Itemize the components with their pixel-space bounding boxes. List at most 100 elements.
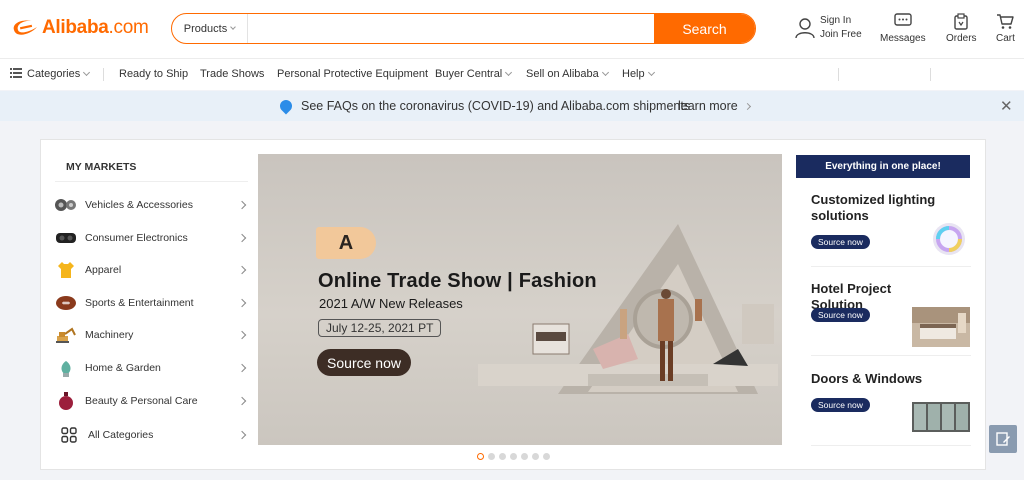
logo-name: Alibaba	[42, 17, 109, 38]
carousel-dot[interactable]	[477, 453, 484, 460]
market-item-label: Home & Garden	[85, 362, 161, 374]
trade-show-logo: A	[316, 227, 376, 259]
user-icon	[795, 18, 815, 39]
grid-icon	[58, 424, 80, 446]
source-now-button[interactable]: Source now	[811, 398, 870, 412]
learn-more-label: learn more	[678, 99, 738, 113]
learn-more-link[interactable]: learn more	[678, 99, 751, 113]
market-item-apparel[interactable]: Apparel	[55, 257, 250, 283]
market-item-electronics[interactable]: Consumer Electronics	[55, 225, 250, 251]
chevron-right-icon	[743, 102, 751, 111]
hero-subtitle: 2021 A/W New Releases	[319, 296, 463, 311]
cart-icon	[997, 14, 1015, 29]
hotel-room-image	[912, 307, 970, 347]
divider	[55, 181, 248, 182]
divider	[811, 355, 971, 356]
sign-in-label: Sign In	[820, 15, 852, 26]
promo-item-title: Doors & Windows	[811, 371, 923, 386]
chevron-right-icon	[237, 363, 247, 373]
carousel-dot[interactable]	[532, 453, 539, 460]
market-item-label: Apparel	[85, 264, 122, 276]
chevron-down-icon	[647, 68, 655, 77]
market-item-all-categories[interactable]: All Categories	[55, 422, 250, 448]
market-item-sports[interactable]: Sports & Entertainment	[55, 290, 250, 316]
nav-divider	[103, 68, 104, 81]
carousel-dot[interactable]	[499, 453, 506, 460]
lighting-product-image	[933, 223, 965, 255]
promo-item-lighting[interactable]: Customized lighting solutions Source now	[811, 192, 971, 262]
alibaba-logo[interactable]: Alibaba.com	[10, 16, 149, 40]
close-icon[interactable]: ✕	[1000, 97, 1013, 115]
divider	[811, 445, 971, 446]
search-bar: Products Search	[171, 13, 756, 44]
nav-ppe[interactable]: Personal Protective Equipment	[277, 68, 428, 80]
logo-wordmark: Alibaba.com	[42, 17, 149, 39]
hero-source-now-button[interactable]: Source now	[317, 349, 411, 376]
hero-date: July 12-25, 2021 PT	[318, 319, 442, 337]
search-category-label: Products	[183, 22, 228, 35]
nav-trade-shows[interactable]: Trade Shows	[200, 68, 264, 80]
market-item-beauty[interactable]: Beauty & Personal Care	[55, 388, 250, 414]
market-item-label: Beauty & Personal Care	[85, 395, 198, 407]
cart-link[interactable]: Cart	[996, 13, 1015, 44]
location-pin-icon	[277, 97, 295, 115]
covid-notice-bar: See FAQs on the coronavirus (COVID-19) a…	[0, 91, 1024, 121]
categories-menu[interactable]: Categories	[10, 68, 91, 80]
buyer-central-label: Buyer Central	[435, 68, 503, 80]
chevron-right-icon	[237, 298, 247, 308]
carousel-dot[interactable]	[488, 453, 495, 460]
carousel-dots	[477, 453, 550, 460]
perfume-icon	[55, 390, 77, 412]
source-now-button[interactable]: Source now	[811, 308, 870, 322]
vr-headset-icon	[55, 227, 77, 249]
football-icon	[55, 292, 77, 314]
join-free-label: Join Free	[820, 29, 862, 40]
nav-ready-to-ship[interactable]: Ready to Ship	[119, 68, 188, 80]
categories-label: Categories	[27, 68, 81, 80]
nav-help[interactable]: Help	[622, 68, 655, 80]
nav-buyer-central[interactable]: Buyer Central	[435, 68, 513, 80]
header: Alibaba.com Products Search Sign In Join…	[0, 0, 1024, 58]
sell-label: Sell on Alibaba	[526, 68, 599, 80]
carousel-dot[interactable]	[543, 453, 550, 460]
market-item-machinery[interactable]: Machinery	[55, 322, 250, 348]
help-label: Help	[622, 68, 645, 80]
feedback-icon	[996, 432, 1010, 446]
my-markets-title: MY MARKETS	[66, 161, 137, 173]
market-item-home-garden[interactable]: Home & Garden	[55, 355, 250, 381]
excavator-icon	[55, 324, 77, 346]
chevron-right-icon	[237, 233, 247, 243]
promo-item-hotel[interactable]: Hotel Project Solution Source now	[811, 281, 971, 351]
alibaba-logo-icon	[13, 20, 37, 35]
orders-icon	[954, 13, 968, 30]
carousel-dot[interactable]	[521, 453, 528, 460]
market-item-label: Consumer Electronics	[85, 232, 188, 244]
hero-title: Online Trade Show | Fashion	[318, 270, 597, 292]
window-product-image	[912, 402, 970, 432]
messages-link[interactable]: Messages	[880, 13, 926, 44]
carousel-dot[interactable]	[510, 453, 517, 460]
chevron-right-icon	[237, 265, 247, 275]
search-input[interactable]	[248, 14, 654, 43]
nav-sell-on-alibaba[interactable]: Sell on Alibaba	[526, 68, 609, 80]
list-icon	[10, 68, 22, 78]
search-button[interactable]: Search	[654, 14, 755, 43]
nav-divider	[838, 68, 839, 81]
sign-in-link[interactable]: Sign In Join Free	[794, 14, 862, 42]
logo-domain: .com	[108, 17, 149, 38]
search-category-select[interactable]: Products	[172, 14, 248, 43]
chevron-down-icon	[601, 68, 609, 77]
feedback-button[interactable]	[989, 425, 1017, 453]
hero-banner[interactable]: A Online Trade Show | Fashion 2021 A/W N…	[258, 154, 782, 445]
source-now-button[interactable]: Source now	[811, 235, 870, 249]
chevron-right-icon	[237, 200, 247, 210]
promo-item-doors-windows[interactable]: Doors & Windows Source now	[811, 371, 971, 441]
chevron-right-icon	[237, 330, 247, 340]
plant-icon	[55, 357, 77, 379]
orders-link[interactable]: Orders	[946, 13, 977, 44]
market-item-label: Machinery	[85, 329, 134, 341]
chevron-down-icon	[83, 68, 91, 77]
chevron-down-icon	[505, 68, 513, 77]
market-item-vehicles[interactable]: Vehicles & Accessories	[55, 192, 250, 218]
chevron-right-icon	[237, 396, 247, 406]
